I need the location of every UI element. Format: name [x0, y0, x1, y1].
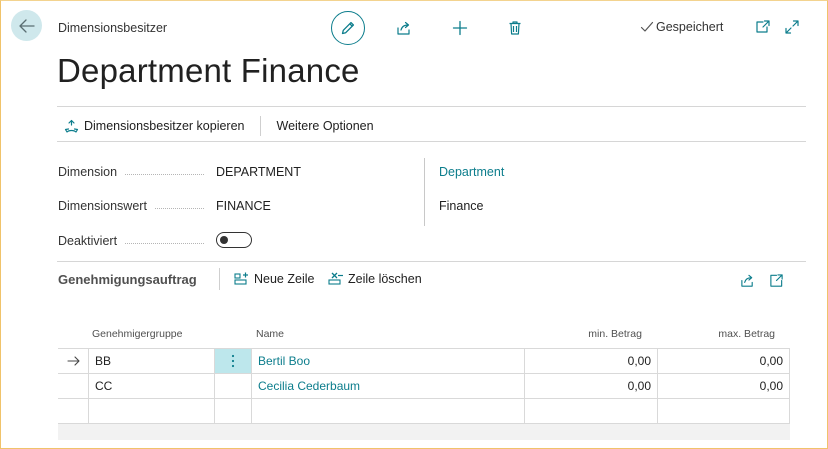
min-amount-cell[interactable]: 0,00 [524, 349, 657, 373]
subpage-title[interactable]: Genehmigungsauftrag [58, 272, 197, 287]
row-selector[interactable] [58, 374, 88, 398]
row-menu-button[interactable] [214, 349, 251, 373]
field-dimension: Dimension DEPARTMENT [58, 165, 418, 179]
expand-button[interactable] [784, 19, 800, 35]
divider [57, 261, 806, 262]
row-menu-button[interactable] [214, 374, 251, 398]
expand-icon [785, 20, 799, 34]
min-amount-cell[interactable] [524, 399, 657, 423]
column-header-min[interactable]: min. Betrag [588, 328, 642, 340]
share-icon [740, 274, 753, 287]
page-toolbar [331, 11, 365, 45]
column-header-max[interactable]: max. Betrag [718, 328, 775, 340]
dimension-code-field[interactable]: FINANCE [216, 199, 271, 213]
new-line-icon [234, 272, 248, 285]
saved-status-label: Gespeichert [656, 20, 724, 34]
breadcrumb[interactable]: Dimensionsbesitzer [58, 21, 167, 35]
more-options-button[interactable]: Weitere Optionen [277, 119, 374, 133]
delete-line-label: Zeile löschen [348, 272, 422, 286]
new-line-label: Neue Zeile [254, 272, 315, 286]
trash-icon [509, 21, 521, 35]
checkmark-icon [640, 21, 654, 32]
plus-icon [452, 20, 468, 36]
new-button[interactable] [451, 19, 469, 37]
leader-dots [125, 173, 204, 175]
table-row[interactable]: CC Cecilia Cederbaum 0,00 0,00 [58, 374, 790, 399]
table-footer [58, 424, 790, 440]
new-line-button[interactable]: Neue Zeile [234, 272, 314, 286]
approver-group-cell[interactable]: CC [88, 374, 214, 398]
field-dimension-value: Dimensionswert FINANCE [58, 199, 418, 213]
arrow-right-icon [66, 356, 80, 366]
leader-dots [125, 242, 204, 244]
share-icon [397, 21, 410, 35]
approver-name-link[interactable]: Bertil Boo [251, 349, 524, 373]
focus-mode-icon [769, 273, 783, 287]
action-bar: Dimensionsbesitzer kopieren Weitere Opti… [64, 116, 374, 136]
copy-dimension-owner-button[interactable]: Dimensionsbesitzer kopieren [64, 119, 245, 134]
divider [57, 106, 806, 107]
column-header-name[interactable]: Name [256, 328, 284, 340]
share-button[interactable] [395, 19, 413, 37]
table-row-empty[interactable] [58, 399, 790, 424]
approver-name-link[interactable]: Cecilia Cederbaum [251, 374, 524, 398]
field-label: Dimensionswert [58, 199, 147, 213]
subpage-focus-button[interactable] [767, 271, 785, 289]
deactivated-toggle[interactable] [216, 232, 252, 248]
column-divider [424, 158, 425, 226]
open-new-window-button[interactable] [755, 19, 771, 35]
row-menu-button[interactable] [214, 399, 251, 423]
delete-line-button[interactable]: Zeile löschen [328, 272, 422, 286]
more-vertical-icon [231, 354, 235, 368]
delete-button[interactable] [506, 19, 524, 37]
edit-button[interactable] [331, 11, 365, 45]
column-header-group[interactable]: Genehmigergruppe [92, 328, 182, 340]
table-header: Genehmigergruppe Name min. Betrag max. B… [58, 326, 790, 342]
back-button[interactable] [11, 10, 42, 41]
field-label: Dimension [58, 165, 118, 179]
arrow-left-icon [18, 18, 35, 33]
table-body: BB Bertil Boo 0,00 0,00 CC Cecilia Ceder… [58, 348, 790, 424]
row-selector[interactable] [58, 349, 88, 373]
action-separator [259, 116, 261, 136]
max-amount-cell[interactable] [657, 399, 790, 423]
min-amount-cell[interactable]: 0,00 [524, 374, 657, 398]
copy-flow-icon [64, 119, 79, 133]
open-in-new-window-icon [756, 20, 770, 33]
dimension-value-name: Finance [439, 199, 484, 213]
field-label: Deaktiviert [58, 234, 118, 248]
approver-group-cell[interactable] [88, 399, 214, 423]
copy-dimension-owner-label: Dimensionsbesitzer kopieren [84, 119, 245, 133]
leader-dots [154, 207, 204, 209]
table-row[interactable]: BB Bertil Boo 0,00 0,00 [58, 349, 790, 374]
approver-name-cell[interactable] [251, 399, 524, 423]
subpage-share-button[interactable] [738, 271, 756, 289]
approver-group-cell[interactable]: BB [88, 349, 214, 373]
saved-status: Gespeichert [640, 20, 723, 34]
page-title: Department Finance [57, 52, 360, 89]
max-amount-cell[interactable]: 0,00 [657, 349, 790, 373]
delete-line-icon [328, 272, 343, 285]
row-selector[interactable] [58, 399, 88, 423]
field-deactivated: Deaktiviert [58, 232, 418, 248]
pencil-icon [341, 21, 355, 35]
subpage-separator [219, 268, 220, 290]
divider [57, 141, 806, 142]
dimension-name-link[interactable]: Department [439, 165, 504, 179]
dimension-value-field[interactable]: DEPARTMENT [216, 165, 301, 179]
max-amount-cell[interactable]: 0,00 [657, 374, 790, 398]
